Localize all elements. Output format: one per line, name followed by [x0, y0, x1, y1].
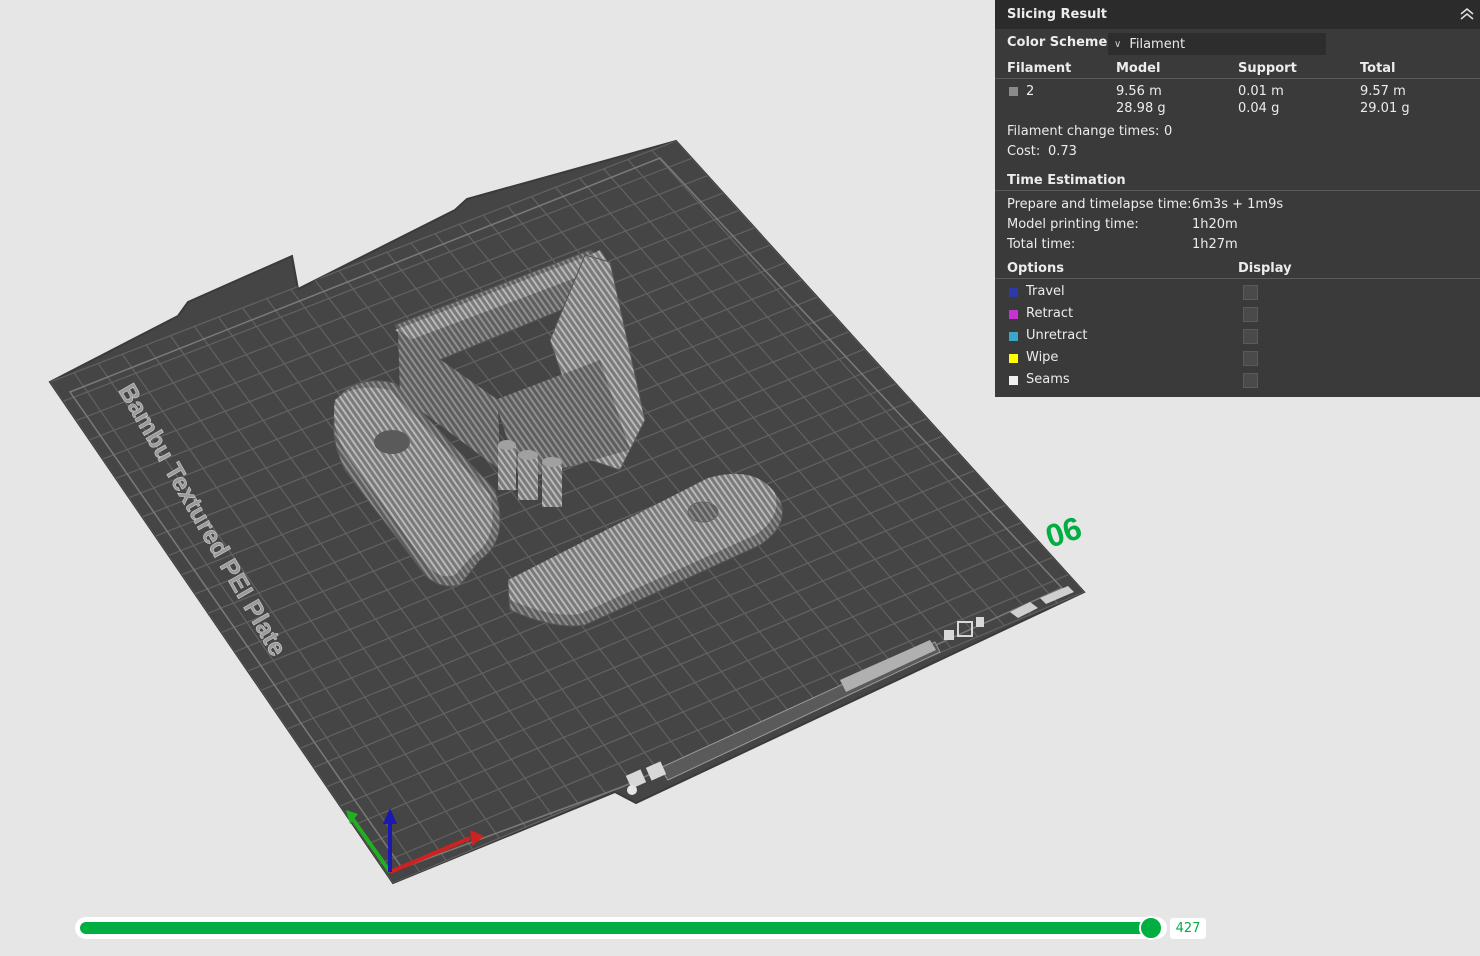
chevron-down-icon: ∨: [1114, 38, 1122, 50]
model-weight: 28.98 g: [1116, 101, 1166, 116]
header-total: Total: [1360, 61, 1396, 76]
option-swatch: [1009, 376, 1018, 385]
model-time-label: Model printing time:: [1007, 217, 1139, 232]
color-scheme-label: Color Scheme: [1007, 35, 1108, 50]
option-label: Seams: [1026, 372, 1070, 387]
layer-slider-thumb[interactable]: [1139, 916, 1163, 940]
filament-id: 2: [1026, 84, 1035, 99]
layer-value-label: 427: [1170, 918, 1206, 939]
display-heading: Display: [1238, 261, 1292, 276]
display-checkbox-seams[interactable]: [1243, 373, 1258, 388]
display-checkbox-travel[interactable]: [1243, 285, 1258, 300]
total-weight: 29.01 g: [1360, 101, 1410, 116]
total-length: 9.57 m: [1360, 84, 1406, 99]
cost-value: 0.73: [1048, 144, 1077, 159]
display-checkbox-unretract[interactable]: [1243, 329, 1258, 344]
filament-change-value: 0: [1164, 124, 1173, 139]
header-support: Support: [1238, 61, 1297, 76]
header-model: Model: [1116, 61, 1161, 76]
color-scheme-value: Filament: [1129, 36, 1186, 52]
panel-header: Slicing Result: [995, 0, 1480, 29]
option-swatch: [1009, 332, 1018, 341]
slicing-result-panel: Slicing Result Color Scheme ∨ Filament F…: [995, 0, 1480, 397]
support-weight: 0.04 g: [1238, 101, 1280, 116]
option-label: Unretract: [1026, 328, 1088, 343]
option-swatch: [1009, 288, 1018, 297]
prepare-time-value: 6m3s + 1m9s: [1192, 197, 1284, 212]
cost-label: Cost:: [1007, 144, 1041, 159]
option-swatch: [1009, 354, 1018, 363]
support-length: 0.01 m: [1238, 84, 1284, 99]
filament-swatch: [1009, 87, 1018, 96]
display-checkbox-retract[interactable]: [1243, 307, 1258, 322]
collapse-button[interactable]: [1458, 5, 1476, 23]
model-time-value: 1h20m: [1192, 217, 1238, 232]
header-filament: Filament: [1007, 61, 1072, 76]
model-length: 9.56 m: [1116, 84, 1162, 99]
option-label: Retract: [1026, 306, 1074, 321]
chevron-up-icon: [1460, 8, 1474, 20]
option-swatch: [1009, 310, 1018, 319]
display-checkbox-wipe[interactable]: [1243, 351, 1258, 366]
options-heading: Options: [1007, 261, 1064, 276]
option-label: Wipe: [1026, 350, 1059, 365]
color-scheme-dropdown[interactable]: ∨ Filament: [1108, 33, 1326, 55]
filament-change-label: Filament change times:: [1007, 124, 1160, 139]
plate-number: 06: [1041, 509, 1086, 554]
panel-title: Slicing Result: [1007, 7, 1108, 22]
prepare-time-label: Prepare and timelapse time:: [1007, 197, 1192, 212]
time-estimation-heading: Time Estimation: [1007, 173, 1126, 188]
total-time-value: 1h27m: [1192, 237, 1238, 252]
layer-slider-fill: [80, 922, 1152, 934]
total-time-label: Total time:: [1007, 237, 1076, 252]
option-label: Travel: [1026, 284, 1065, 299]
